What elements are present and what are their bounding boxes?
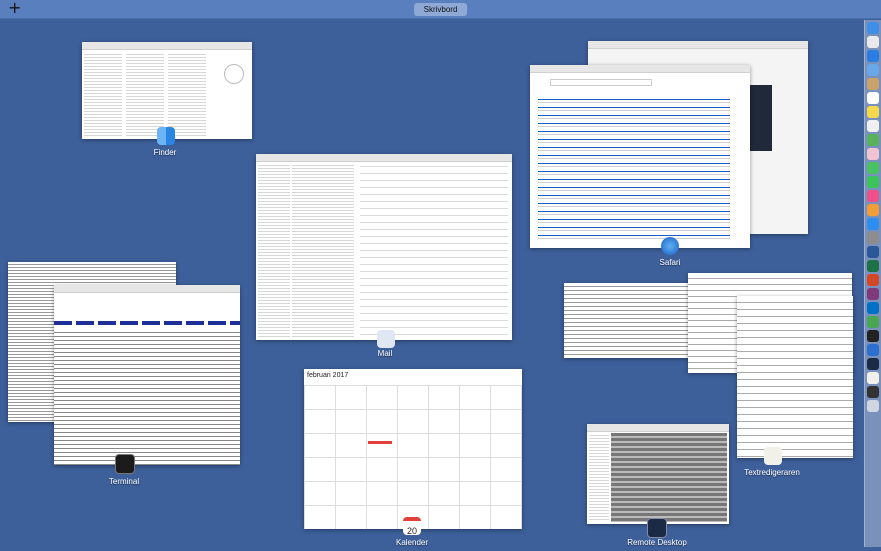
finder-column-2 (126, 52, 164, 137)
kalender-grid (304, 385, 522, 529)
messages-icon[interactable] (867, 162, 879, 174)
mail-icon (377, 330, 395, 348)
terminal-label: Terminal (108, 477, 140, 486)
remote-desktop-sidebar (589, 433, 609, 522)
kalender-month-title: februari 2017 (307, 372, 349, 379)
maps-icon[interactable] (867, 134, 879, 146)
remote-desktop-list (611, 433, 727, 522)
remote-desktop-label: Remote Desktop (627, 538, 687, 547)
textredigeraren-label: Textredigeraren (744, 468, 800, 477)
terminal-icon[interactable] (867, 330, 879, 342)
finder-column-1 (84, 52, 122, 137)
terminal-icon (115, 454, 135, 474)
finder-window-thumbnail[interactable] (82, 42, 252, 139)
mail-window-thumbnail[interactable] (256, 154, 512, 340)
kalender-event (368, 441, 392, 444)
system-preferences-icon[interactable] (867, 232, 879, 244)
mail-label: Mail (377, 349, 393, 358)
safari-search-field (550, 79, 652, 86)
mission-control-bar: + Skrivbord (0, 0, 881, 19)
finder-column-3 (168, 52, 206, 137)
excel-icon[interactable] (867, 260, 879, 272)
textedit-icon (764, 447, 782, 465)
desktop-space-pill[interactable]: Skrivbord (413, 3, 468, 16)
itunes-icon[interactable] (867, 190, 879, 202)
textredigeraren-window-thumbnail[interactable] (737, 296, 853, 458)
safari-window-thumbnail[interactable] (530, 65, 750, 248)
facetime-icon[interactable] (867, 176, 879, 188)
kalender-window-thumbnail[interactable]: februari 2017 (304, 369, 522, 529)
xcode-icon[interactable] (867, 344, 879, 356)
notes-icon[interactable] (867, 106, 879, 118)
remote-desktop-window-thumbnail[interactable] (587, 424, 729, 524)
launchpad-icon[interactable] (867, 36, 879, 48)
calendar-icon[interactable] (867, 92, 879, 104)
kalender-label: Kalender (395, 538, 429, 547)
photos-icon[interactable] (867, 148, 879, 160)
word-icon[interactable] (867, 246, 879, 258)
chrome-icon[interactable] (867, 316, 879, 328)
appstore-icon[interactable] (867, 218, 879, 230)
powerpoint-icon[interactable] (867, 274, 879, 286)
kalender-icon-day: 20 (406, 526, 417, 536)
terminal-window-thumbnail[interactable] (54, 285, 240, 465)
reminders-icon[interactable] (867, 120, 879, 132)
finder-titlebar (82, 42, 252, 55)
safari-search-results (538, 95, 730, 242)
outlook-icon[interactable] (867, 302, 879, 314)
activity-monitor-icon[interactable] (867, 386, 879, 398)
ibooks-icon[interactable] (867, 204, 879, 216)
mail-sidebar (258, 163, 290, 338)
add-desktop-button[interactable]: + (8, 0, 21, 17)
dock (864, 20, 881, 547)
remote-desktop-icon[interactable] (867, 358, 879, 370)
mail-icon[interactable] (867, 64, 879, 76)
safari-icon[interactable] (867, 50, 879, 62)
terminal-output (54, 329, 240, 465)
mail-reading-pane (360, 163, 508, 338)
onenote-icon[interactable] (867, 288, 879, 300)
terminal-highlight-bar (54, 321, 240, 325)
safari-label: Safari (659, 258, 681, 267)
textedit-icon[interactable] (867, 372, 879, 384)
finder-icon[interactable] (867, 22, 879, 34)
finder-preview-circle (224, 64, 244, 84)
finder-icon (157, 127, 175, 145)
remote-desktop-icon (647, 518, 667, 538)
finder-label: Finder (153, 148, 177, 157)
contacts-icon[interactable] (867, 78, 879, 90)
trash-icon[interactable] (867, 400, 879, 412)
safari-icon (661, 237, 679, 255)
mail-message-list (292, 163, 354, 338)
kalender-icon: 20 (403, 517, 421, 536)
